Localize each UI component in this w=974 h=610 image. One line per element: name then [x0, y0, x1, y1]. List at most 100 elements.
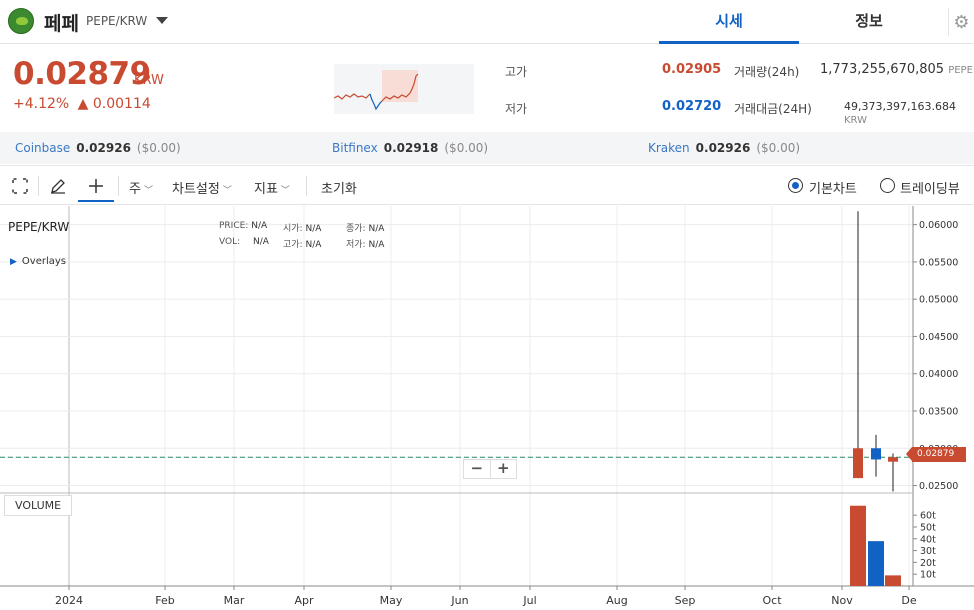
triangle-right-icon: ▶: [10, 257, 17, 267]
amount-24h-value: 49,373,397,163.684 KRW: [844, 100, 974, 126]
coin-name: 페페: [44, 13, 79, 35]
chart-toolbar: 주 ﹀ 차트설정 ﹀ 지표 ﹀ 초기화 기본차트 트레이딩뷰: [0, 165, 974, 205]
tradingview-label[interactable]: 트레이딩뷰: [900, 178, 960, 197]
x-axis-label: 2024: [55, 594, 83, 607]
basic-chart-radio[interactable]: [788, 178, 803, 193]
indicators-menu[interactable]: 지표 ﹀: [254, 178, 290, 197]
exchange-item-coinbase[interactable]: Coinbase 0.02926 ($0.00): [15, 141, 181, 155]
low-value: 0.02720: [662, 99, 722, 114]
y-tick-label: 0.04500: [919, 332, 958, 343]
exchange-item-bitfinex[interactable]: Bitfinex 0.02918 ($0.00): [332, 141, 488, 155]
candle-body: [888, 457, 898, 462]
chart-settings-label: 차트설정: [172, 182, 220, 197]
tab-market-price[interactable]: 시세: [659, 0, 799, 44]
y-tick-label: 0.04000: [919, 369, 958, 380]
y-tick-label: 0.05500: [919, 257, 958, 268]
chart-settings-menu[interactable]: 차트설정 ﹀: [172, 178, 232, 197]
coin-pair: PEPE/KRW: [86, 14, 148, 28]
volume-bar: [868, 541, 884, 586]
volume-tick-label: 50t: [920, 522, 936, 533]
x-axis-label: Sep: [675, 594, 696, 607]
pencil-draw-icon[interactable]: [46, 172, 70, 200]
info-low: 저가: N/A: [346, 240, 385, 250]
crosshair-icon[interactable]: [78, 172, 114, 202]
overlays-toggle[interactable]: ▶ Overlays: [10, 256, 66, 267]
x-axis-label: Apr: [294, 594, 314, 607]
indicators-label: 지표: [254, 182, 278, 197]
x-axis-label: Jun: [450, 594, 468, 607]
exchange-item-kraken[interactable]: Kraken 0.02926 ($0.00): [648, 141, 800, 155]
exchange-usd: ($0.00): [136, 141, 181, 155]
x-axis-label: Nov: [831, 594, 853, 607]
volume-bar: [850, 505, 866, 586]
exchange-usd: ($0.00): [444, 141, 489, 155]
y-tick-label: 0.06000: [919, 220, 958, 231]
volume-tick-label: 60t: [920, 511, 936, 522]
gear-icon[interactable]: ⚙: [948, 8, 974, 36]
volume-tick-label: 10t: [920, 570, 936, 581]
price-chart-area[interactable]: 2024 Feb Mar Apr May Jun Jul Aug Sep Oct Nov De 0.06…: [0, 206, 974, 610]
info-volume: VOL: N/A: [219, 237, 269, 247]
pepe-logo-icon: [8, 8, 34, 34]
tab-info[interactable]: 정보: [799, 0, 939, 44]
fullscreen-icon[interactable]: [8, 172, 32, 200]
overlays-label: Overlays: [21, 256, 67, 267]
info-close: 종가: N/A: [346, 224, 385, 234]
chevron-down-icon: ﹀: [143, 186, 153, 196]
info-high: 고가: N/A: [283, 240, 322, 250]
volume-bar: [885, 575, 901, 586]
exchange-name[interactable]: Coinbase: [15, 141, 70, 155]
y-tick-label: 0.05000: [919, 295, 958, 306]
y-tick-label: 0.02500: [919, 481, 958, 492]
period-select[interactable]: 주 ﹀: [129, 178, 153, 197]
price-change: +4.12% ▲ 0.00114: [13, 96, 151, 112]
amount-number: 49,373,397,163.684: [844, 100, 956, 113]
exchange-price: 0.02926: [76, 141, 131, 155]
change-percent: +4.12%: [13, 96, 70, 112]
exchange-price: 0.02918: [383, 141, 439, 155]
price-unit: KRW: [134, 73, 164, 88]
volume-tick-label: 40t: [920, 534, 936, 545]
zoom-control: − +: [463, 459, 517, 479]
info-price: PRICE: N/A: [219, 221, 268, 231]
x-axis-label: De: [901, 594, 916, 607]
volume-24h-value: 1,773,255,670,805 PEPE: [820, 62, 973, 77]
chevron-down-icon: ﹀: [280, 186, 290, 196]
toolbar-divider: [118, 176, 119, 196]
tradingview-radio[interactable]: [880, 178, 895, 193]
volume-tick-label: 20t: [920, 558, 936, 569]
chevron-down-icon: ﹀: [222, 186, 232, 196]
exchange-price-bar: Coinbase 0.02926 ($0.00) Bitfinex 0.02918 ($…: [0, 132, 974, 164]
volume-24h-label: 거래량(24h): [734, 65, 800, 79]
volume-number: 1,773,255,670,805: [820, 62, 945, 77]
low-label: 저가: [505, 102, 528, 116]
current-price-tag: 0.02879: [906, 447, 966, 462]
toolbar-divider: [38, 176, 39, 196]
high-label: 고가: [505, 65, 528, 79]
x-axis-label: May: [380, 594, 403, 607]
volume-panel-label: VOLUME: [4, 495, 73, 516]
exchange-price: 0.02926: [695, 141, 751, 155]
mini-price-chart: [334, 64, 474, 114]
candle-body: [853, 448, 863, 479]
toolbar-divider: [306, 176, 307, 196]
change-amount: ▲ 0.00114: [77, 96, 151, 112]
zoom-out-button[interactable]: −: [464, 460, 491, 478]
period-label: 주: [129, 182, 141, 197]
exchange-name[interactable]: Bitfinex: [332, 141, 378, 155]
chart-symbol: PEPE/KRW: [8, 220, 70, 234]
zoom-in-button[interactable]: +: [491, 460, 517, 478]
current-price: 0.02879: [13, 56, 151, 92]
basic-chart-label[interactable]: 기본차트: [809, 178, 857, 197]
x-axis-label: Oct: [762, 594, 782, 607]
info-open: 시가: N/A: [283, 224, 322, 234]
header: 페페 PEPE/KRW 시세 정보 ⚙: [0, 0, 974, 44]
exchange-name[interactable]: Kraken: [648, 141, 690, 155]
x-axis-label: Jul: [522, 594, 536, 607]
candlestick-chart[interactable]: 2024 Feb Mar Apr May Jun Jul Aug Sep Oct Nov De 0.06…: [0, 206, 974, 610]
reset-button[interactable]: 초기화: [321, 178, 357, 197]
x-axis-label: Aug: [606, 594, 627, 607]
amount-unit: KRW: [844, 115, 867, 126]
volume-tick-label: 30t: [920, 546, 936, 557]
coin-dropdown-chevron-icon[interactable]: [156, 17, 168, 24]
